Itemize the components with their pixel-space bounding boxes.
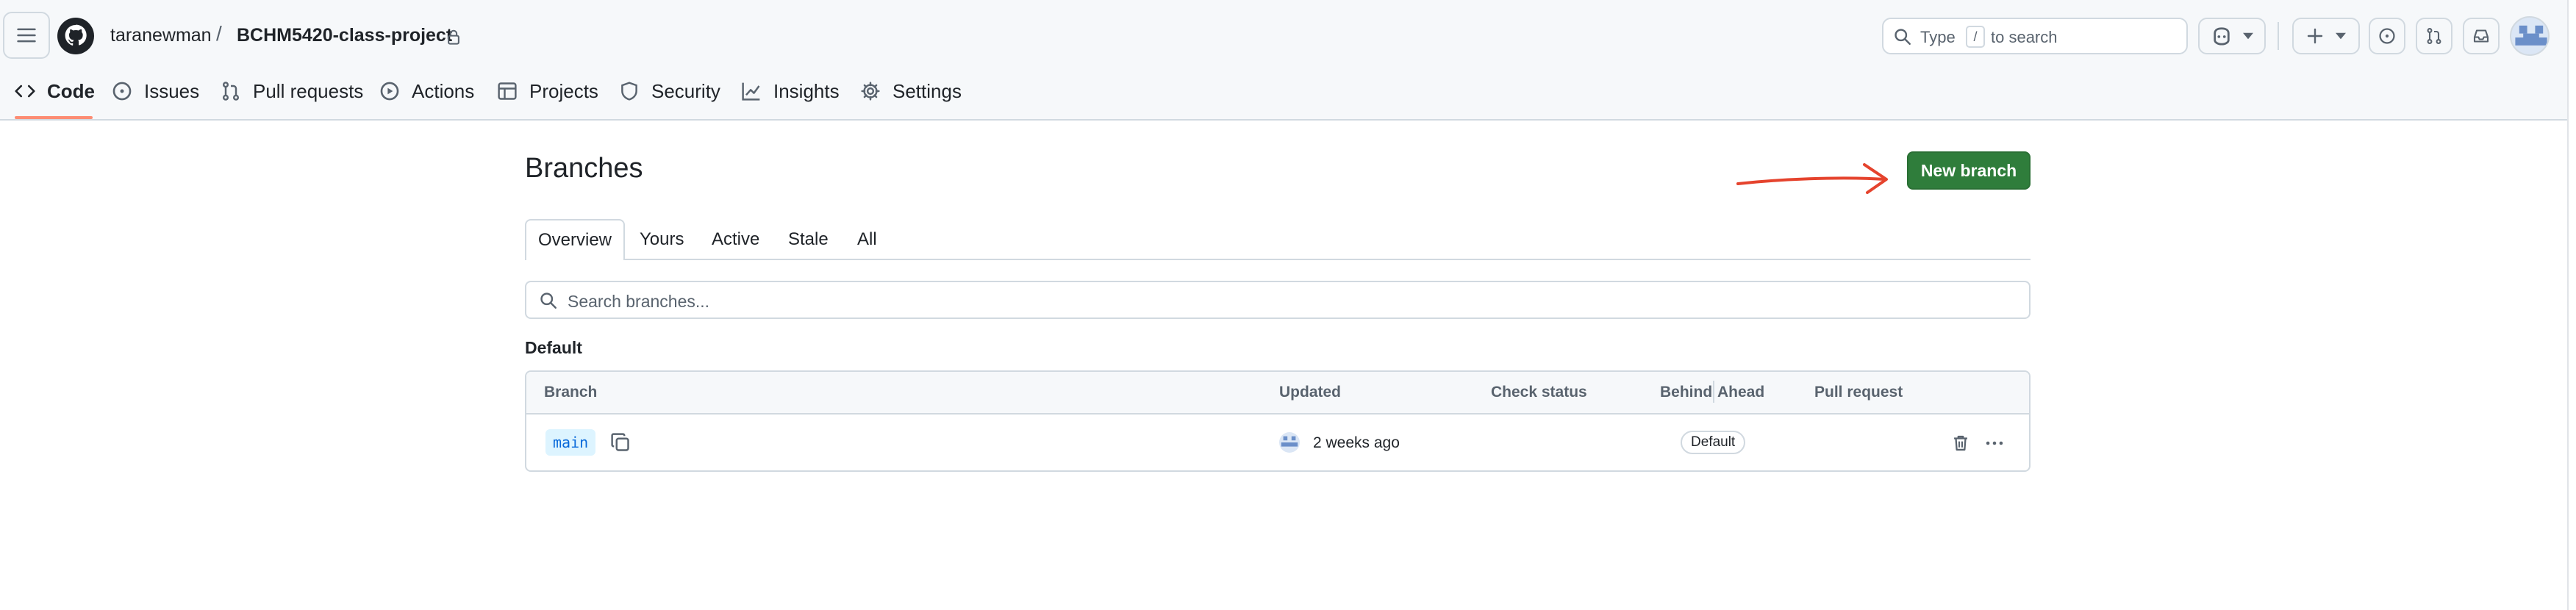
trash-icon[interactable] (1951, 434, 1970, 453)
code-icon (15, 85, 35, 98)
header-divider (2278, 22, 2279, 50)
tab-settings[interactable]: Settings (860, 75, 962, 107)
column-branch: Branch (544, 384, 598, 401)
repo-name-link[interactable]: BCHM5420-class-project (237, 25, 452, 46)
tab-pull-requests-label: Pull requests (253, 79, 364, 102)
issues-shortcut-button[interactable] (2369, 18, 2405, 54)
chevron-down-icon (2243, 32, 2253, 40)
tab-security-label: Security (651, 79, 720, 102)
section-title-default: Default (525, 338, 582, 357)
tab-actions[interactable]: Actions (379, 75, 474, 107)
tab-yours[interactable]: Yours (640, 219, 684, 260)
owner-link[interactable]: taranewman (110, 25, 212, 46)
tab-issues[interactable]: Issues (112, 75, 199, 107)
committer-avatar (1279, 432, 1300, 453)
page-title: Branches (525, 153, 643, 184)
table-row: main 2 weeks ago Default (525, 413, 2031, 470)
plus-icon (2307, 28, 2323, 44)
tab-insights-label: Insights (773, 79, 840, 102)
branch-name-link[interactable]: main (545, 429, 596, 456)
gear-icon (861, 82, 880, 101)
tab-active[interactable]: Active (712, 219, 759, 260)
graph-icon (742, 82, 760, 101)
annotation-arrow-icon (1736, 163, 1888, 194)
search-icon (1895, 29, 1911, 45)
column-behind: Behind (1660, 384, 1713, 401)
hamburger-icon (17, 28, 36, 43)
scrollbar[interactable] (2567, 0, 2576, 610)
menu-button[interactable] (3, 12, 50, 59)
tab-settings-label: Settings (892, 79, 962, 102)
issue-opened-icon (112, 82, 132, 101)
global-search-input[interactable]: Type / to search (1882, 18, 2188, 54)
tab-code-label: Code (47, 79, 95, 102)
create-new-button[interactable] (2292, 18, 2360, 54)
git-pull-request-icon (2427, 28, 2441, 44)
column-pull-request: Pull request (1814, 384, 1903, 401)
column-updated: Updated (1279, 384, 1341, 401)
updated-time: 2 weeks ago (1313, 434, 1400, 451)
avatar[interactable] (2510, 16, 2550, 56)
copilot-button[interactable] (2198, 18, 2266, 54)
branch-search-placeholder: Search branches... (568, 292, 710, 311)
tab-projects[interactable]: Projects (497, 75, 598, 107)
lock-icon (448, 29, 459, 45)
copilot-icon (2214, 27, 2230, 46)
tab-issues-label: Issues (144, 79, 200, 102)
tab-all[interactable]: All (857, 219, 877, 260)
issue-opened-icon (2379, 28, 2395, 44)
inbox-button[interactable] (2463, 18, 2500, 54)
chevron-down-icon (2336, 32, 2346, 40)
tab-overview[interactable]: Overview (525, 219, 625, 260)
tab-projects-label: Projects (529, 79, 598, 102)
play-icon (380, 82, 399, 101)
search-hint-prefix: Type (1920, 28, 1956, 46)
search-icon (540, 293, 557, 309)
tab-pull-requests[interactable]: Pull requests (221, 75, 363, 107)
tab-stale[interactable]: Stale (788, 219, 829, 260)
table-header (526, 372, 2029, 415)
column-ahead: Ahead (1717, 384, 1765, 401)
copy-icon[interactable] (610, 432, 631, 453)
tab-insights[interactable]: Insights (741, 75, 840, 107)
tab-security[interactable]: Security (619, 75, 720, 107)
table-icon (498, 82, 517, 100)
column-check-status: Check status (1491, 384, 1587, 401)
git-pull-request-icon (222, 82, 240, 101)
new-branch-button[interactable]: New branch (1907, 151, 2031, 190)
inbox-icon (2473, 29, 2489, 43)
tab-actions-label: Actions (412, 79, 475, 102)
kebab-horizontal-icon[interactable] (1983, 434, 2006, 453)
breadcrumb-separator: / (216, 22, 222, 45)
shield-icon (621, 82, 637, 101)
search-hint-suffix: to search (1991, 28, 2058, 46)
tab-code[interactable]: Code (15, 75, 95, 107)
behind-ahead-divider (1713, 381, 1714, 403)
default-badge: Default (1681, 431, 1746, 454)
global-header: taranewman / BCHM5420-class-project Type… (0, 0, 2576, 121)
github-logo-icon[interactable] (57, 18, 94, 54)
active-tab-underline (15, 116, 93, 119)
search-shortcut-key: / (1966, 26, 1985, 48)
pull-requests-shortcut-button[interactable] (2416, 18, 2452, 54)
branch-search-input[interactable]: Search branches... (525, 281, 2031, 319)
